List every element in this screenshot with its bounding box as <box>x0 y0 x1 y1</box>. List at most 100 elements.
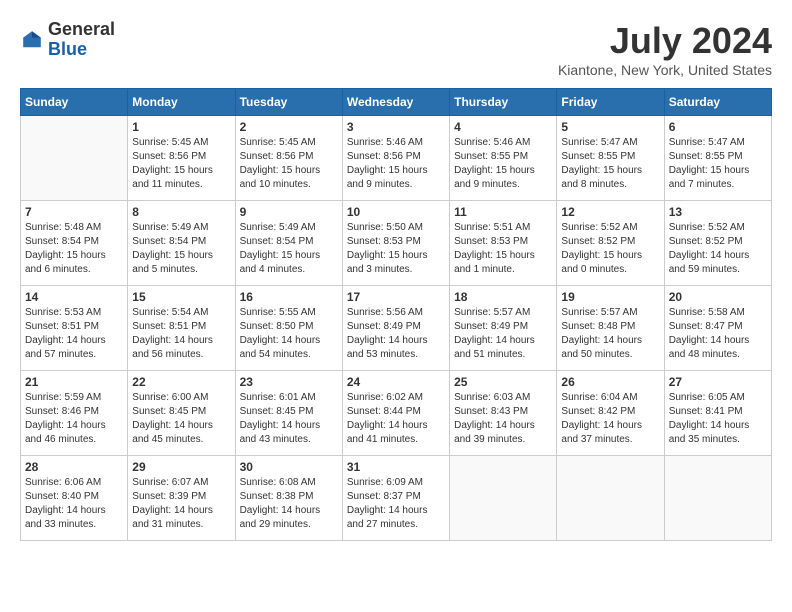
day-number: 23 <box>240 375 338 389</box>
calendar-cell: 13 Sunrise: 5:52 AMSunset: 8:52 PMDayligh… <box>664 201 771 286</box>
calendar-cell: 14 Sunrise: 5:53 AMSunset: 8:51 PMDayligh… <box>21 286 128 371</box>
day-info: Sunrise: 5:58 AMSunset: 8:47 PMDaylight:… <box>669 306 767 362</box>
calendar-cell: 27 Sunrise: 6:05 AMSunset: 8:41 PMDayligh… <box>664 371 771 456</box>
calendar-cell: 22 Sunrise: 6:00 AMSunset: 8:45 PMDayligh… <box>128 371 235 456</box>
day-number: 2 <box>240 120 338 134</box>
day-number: 18 <box>454 290 552 304</box>
day-info: Sunrise: 5:49 AMSunset: 8:54 PMDaylight:… <box>240 221 338 277</box>
day-number: 24 <box>347 375 445 389</box>
day-info: Sunrise: 5:45 AMSunset: 8:56 PMDaylight:… <box>240 136 338 192</box>
day-number: 6 <box>669 120 767 134</box>
day-info: Sunrise: 6:00 AMSunset: 8:45 PMDaylight:… <box>132 391 230 447</box>
calendar-cell: 11Sunrise: 5:51 AMSunset: 8:53 PMDayligh… <box>450 201 557 286</box>
day-number: 30 <box>240 460 338 474</box>
calendar-week-row: 21 Sunrise: 5:59 AMSunset: 8:46 PMDayligh… <box>21 371 772 456</box>
calendar-header-row: SundayMondayTuesdayWednesdayThursdayFrid… <box>21 89 772 116</box>
day-number: 26 <box>561 375 659 389</box>
day-info: Sunrise: 6:09 AMSunset: 8:37 PMDaylight:… <box>347 476 445 532</box>
day-number: 4 <box>454 120 552 134</box>
day-number: 5 <box>561 120 659 134</box>
day-number: 29 <box>132 460 230 474</box>
calendar-cell <box>450 456 557 541</box>
calendar-week-row: 14 Sunrise: 5:53 AMSunset: 8:51 PMDayligh… <box>21 286 772 371</box>
day-info: Sunrise: 6:06 AMSunset: 8:40 PMDaylight:… <box>25 476 123 532</box>
day-info: Sunrise: 6:04 AMSunset: 8:42 PMDaylight:… <box>561 391 659 447</box>
calendar-cell: 17Sunrise: 5:56 AMSunset: 8:49 PMDayligh… <box>342 286 449 371</box>
month-title: July 2024 <box>558 20 772 62</box>
day-info: Sunrise: 6:05 AMSunset: 8:41 PMDaylight:… <box>669 391 767 447</box>
day-of-week-header: Thursday <box>450 89 557 116</box>
day-number: 12 <box>561 205 659 219</box>
calendar-cell: 16 Sunrise: 5:55 AMSunset: 8:50 PMDayligh… <box>235 286 342 371</box>
calendar-cell: 20Sunrise: 5:58 AMSunset: 8:47 PMDayligh… <box>664 286 771 371</box>
day-number: 3 <box>347 120 445 134</box>
day-info: Sunrise: 5:46 AMSunset: 8:55 PMDaylight:… <box>454 136 552 192</box>
calendar-cell: 30 Sunrise: 6:08 AMSunset: 8:38 PMDayligh… <box>235 456 342 541</box>
day-info: Sunrise: 5:51 AMSunset: 8:53 PMDaylight:… <box>454 221 552 277</box>
logo-blue: Blue <box>48 39 87 59</box>
day-number: 13 <box>669 205 767 219</box>
day-info: Sunrise: 5:47 AMSunset: 8:55 PMDaylight:… <box>561 136 659 192</box>
day-info: Sunrise: 5:56 AMSunset: 8:49 PMDaylight:… <box>347 306 445 362</box>
day-info: Sunrise: 5:53 AMSunset: 8:51 PMDaylight:… <box>25 306 123 362</box>
calendar-cell: 26 Sunrise: 6:04 AMSunset: 8:42 PMDayligh… <box>557 371 664 456</box>
day-info: Sunrise: 6:08 AMSunset: 8:38 PMDaylight:… <box>240 476 338 532</box>
day-info: Sunrise: 5:48 AMSunset: 8:54 PMDaylight:… <box>25 221 123 277</box>
day-number: 9 <box>240 205 338 219</box>
calendar-cell: 2 Sunrise: 5:45 AMSunset: 8:56 PMDaylight… <box>235 116 342 201</box>
day-number: 16 <box>240 290 338 304</box>
day-info: Sunrise: 6:03 AMSunset: 8:43 PMDaylight:… <box>454 391 552 447</box>
day-info: Sunrise: 5:45 AMSunset: 8:56 PMDaylight:… <box>132 136 230 192</box>
calendar-cell: 19Sunrise: 5:57 AMSunset: 8:48 PMDayligh… <box>557 286 664 371</box>
calendar-table: SundayMondayTuesdayWednesdayThursdayFrid… <box>20 88 772 541</box>
calendar-cell: 28Sunrise: 6:06 AMSunset: 8:40 PMDayligh… <box>21 456 128 541</box>
day-number: 7 <box>25 205 123 219</box>
day-of-week-header: Wednesday <box>342 89 449 116</box>
calendar-cell: 18 Sunrise: 5:57 AMSunset: 8:49 PMDayligh… <box>450 286 557 371</box>
day-of-week-header: Friday <box>557 89 664 116</box>
day-number: 27 <box>669 375 767 389</box>
day-number: 25 <box>454 375 552 389</box>
day-of-week-header: Saturday <box>664 89 771 116</box>
day-number: 21 <box>25 375 123 389</box>
calendar-cell: 23Sunrise: 6:01 AMSunset: 8:45 PMDayligh… <box>235 371 342 456</box>
day-number: 8 <box>132 205 230 219</box>
title-block: July 2024 Kiantone, New York, United Sta… <box>558 20 772 78</box>
day-number: 14 <box>25 290 123 304</box>
day-of-week-header: Tuesday <box>235 89 342 116</box>
day-number: 1 <box>132 120 230 134</box>
calendar-cell: 4 Sunrise: 5:46 AMSunset: 8:55 PMDaylight… <box>450 116 557 201</box>
day-info: Sunrise: 5:59 AMSunset: 8:46 PMDaylight:… <box>25 391 123 447</box>
day-number: 22 <box>132 375 230 389</box>
logo-icon <box>20 28 44 52</box>
day-info: Sunrise: 5:46 AMSunset: 8:56 PMDaylight:… <box>347 136 445 192</box>
calendar-cell: 24 Sunrise: 6:02 AMSunset: 8:44 PMDayligh… <box>342 371 449 456</box>
calendar-week-row: 28Sunrise: 6:06 AMSunset: 8:40 PMDayligh… <box>21 456 772 541</box>
calendar-cell: 8Sunrise: 5:49 AMSunset: 8:54 PMDaylight… <box>128 201 235 286</box>
calendar-cell: 10Sunrise: 5:50 AMSunset: 8:53 PMDayligh… <box>342 201 449 286</box>
location: Kiantone, New York, United States <box>558 62 772 78</box>
day-of-week-header: Monday <box>128 89 235 116</box>
logo: General Blue <box>20 20 115 60</box>
page-header: General Blue July 2024 Kiantone, New Yor… <box>20 20 772 78</box>
calendar-cell: 1 Sunrise: 5:45 AMSunset: 8:56 PMDaylight… <box>128 116 235 201</box>
calendar-cell: 6Sunrise: 5:47 AMSunset: 8:55 PMDaylight… <box>664 116 771 201</box>
calendar-cell: 12 Sunrise: 5:52 AMSunset: 8:52 PMDayligh… <box>557 201 664 286</box>
calendar-cell: 7 Sunrise: 5:48 AMSunset: 8:54 PMDaylight… <box>21 201 128 286</box>
calendar-cell <box>664 456 771 541</box>
day-info: Sunrise: 5:57 AMSunset: 8:49 PMDaylight:… <box>454 306 552 362</box>
day-info: Sunrise: 5:52 AMSunset: 8:52 PMDaylight:… <box>561 221 659 277</box>
calendar-cell: 25 Sunrise: 6:03 AMSunset: 8:43 PMDayligh… <box>450 371 557 456</box>
calendar-cell: 31Sunrise: 6:09 AMSunset: 8:37 PMDayligh… <box>342 456 449 541</box>
day-info: Sunrise: 6:02 AMSunset: 8:44 PMDaylight:… <box>347 391 445 447</box>
day-info: Sunrise: 5:55 AMSunset: 8:50 PMDaylight:… <box>240 306 338 362</box>
day-number: 10 <box>347 205 445 219</box>
calendar-cell: 15 Sunrise: 5:54 AMSunset: 8:51 PMDayligh… <box>128 286 235 371</box>
day-info: Sunrise: 5:52 AMSunset: 8:52 PMDaylight:… <box>669 221 767 277</box>
calendar-cell: 3 Sunrise: 5:46 AMSunset: 8:56 PMDaylight… <box>342 116 449 201</box>
logo-text: General Blue <box>48 20 115 60</box>
calendar-week-row: 1 Sunrise: 5:45 AMSunset: 8:56 PMDaylight… <box>21 116 772 201</box>
calendar-cell: 29Sunrise: 6:07 AMSunset: 8:39 PMDayligh… <box>128 456 235 541</box>
day-info: Sunrise: 5:54 AMSunset: 8:51 PMDaylight:… <box>132 306 230 362</box>
day-number: 15 <box>132 290 230 304</box>
